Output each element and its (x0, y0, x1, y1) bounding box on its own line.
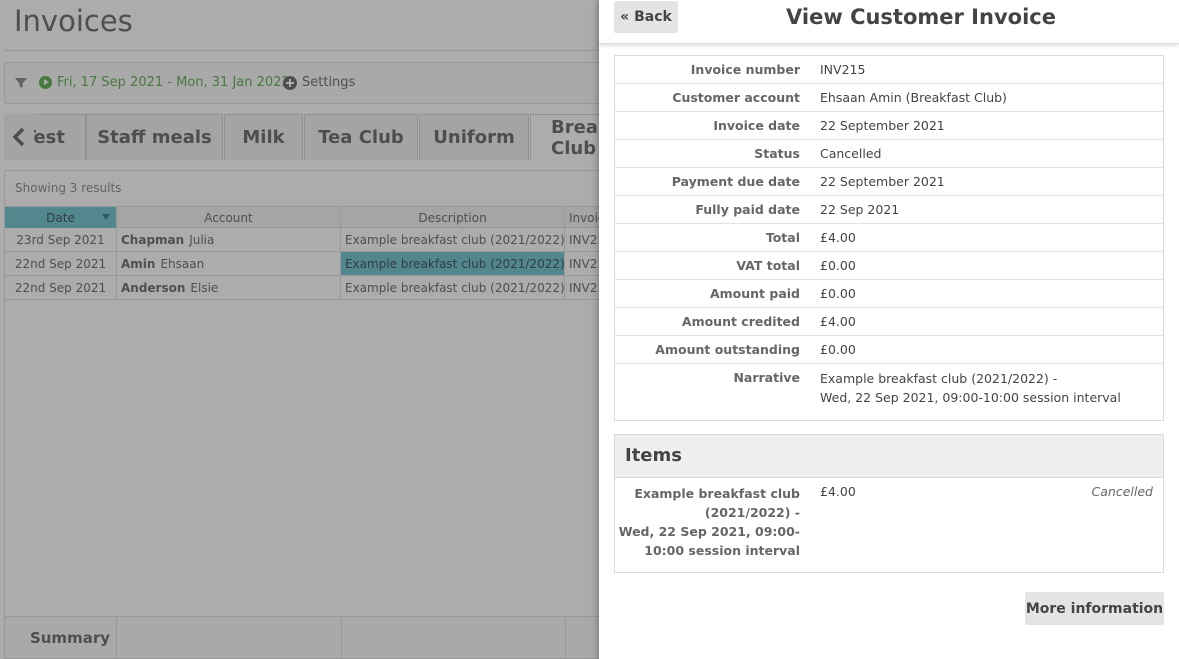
item-description-line: (2021/2022) - (704, 505, 800, 520)
detail-value: £4.00 (820, 314, 856, 329)
more-information-button[interactable]: More information (1025, 592, 1164, 625)
detail-row-invoice-date: Invoice date 22 September 2021 (615, 112, 1163, 140)
detail-value: £0.00 (820, 286, 856, 301)
detail-row-customer-account: Customer account Ehsaan Amin (Breakfast … (615, 84, 1163, 112)
detail-row-amount-paid: Amount paid £0.00 (615, 280, 1163, 308)
modal-backdrop[interactable] (0, 0, 600, 659)
item-description-line: Example breakfast club (634, 486, 800, 501)
detail-row-amount-outstanding: Amount outstanding £0.00 (615, 336, 1163, 364)
item-amount: £4.00 (820, 484, 856, 499)
detail-label: Total (765, 230, 800, 245)
detail-row-invoice-number: Invoice number INV215 (615, 56, 1163, 84)
detail-value: Cancelled (820, 146, 882, 161)
detail-value: 22 September 2021 (820, 118, 945, 133)
item-description: Example breakfast club (2021/2022) - Wed… (615, 484, 810, 560)
detail-label: Invoice date (713, 118, 800, 133)
panel-header: « Back View Customer Invoice (599, 0, 1179, 44)
detail-row-narrative: Narrative Example breakfast club (2021/2… (615, 364, 1163, 420)
narrative-line: Example breakfast club (2021/2022) - (820, 371, 1058, 386)
detail-label: Narrative (733, 370, 800, 385)
invoice-details: Invoice number INV215 Customer account E… (614, 55, 1164, 421)
view-customer-invoice-panel: « Back View Customer Invoice Invoice num… (599, 0, 1179, 659)
detail-value: £0.00 (820, 342, 856, 357)
items-heading: Items (615, 435, 1163, 478)
detail-row-fully-paid-date: Fully paid date 22 Sep 2021 (615, 196, 1163, 224)
list-item: Example breakfast club (2021/2022) - Wed… (615, 478, 1163, 572)
panel-title: View Customer Invoice (786, 5, 1056, 29)
detail-value: Ehsaan Amin (Breakfast Club) (820, 90, 1007, 105)
detail-value: 22 Sep 2021 (820, 202, 900, 217)
detail-row-vat-total: VAT total £0.00 (615, 252, 1163, 280)
item-description-line: 10:00 session interval (644, 543, 800, 558)
detail-row-payment-due-date: Payment due date 22 September 2021 (615, 168, 1163, 196)
item-status: Cancelled (1091, 484, 1153, 499)
detail-row-total: Total £4.00 (615, 224, 1163, 252)
detail-label: Payment due date (671, 174, 800, 189)
detail-label: Amount credited (681, 314, 800, 329)
detail-label: Amount paid (709, 286, 800, 301)
items-section: Items Example breakfast club (2021/2022)… (614, 434, 1164, 573)
back-button[interactable]: « Back (614, 1, 678, 33)
detail-label: Amount outstanding (655, 342, 800, 357)
detail-value: £0.00 (820, 258, 856, 273)
detail-row-amount-credited: Amount credited £4.00 (615, 308, 1163, 336)
detail-value: 22 September 2021 (820, 174, 945, 189)
detail-label: Fully paid date (695, 202, 800, 217)
detail-label: VAT total (736, 258, 800, 273)
detail-label: Status (754, 146, 800, 161)
detail-value: £4.00 (820, 230, 856, 245)
detail-label: Invoice number (690, 62, 800, 77)
detail-value: Example breakfast club (2021/2022) - Wed… (810, 364, 1163, 420)
detail-label: Customer account (672, 90, 800, 105)
narrative-line: Wed, 22 Sep 2021, 09:00-10:00 session in… (820, 390, 1121, 405)
detail-value: INV215 (820, 62, 866, 77)
item-description-line: Wed, 22 Sep 2021, 09:00- (618, 524, 800, 539)
detail-row-status: Status Cancelled (615, 140, 1163, 168)
